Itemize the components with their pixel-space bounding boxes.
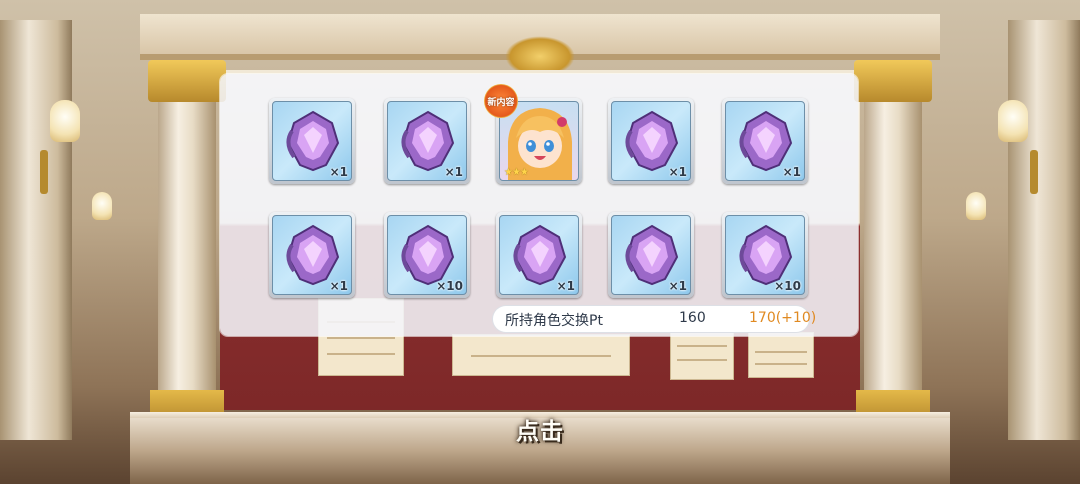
item-quantity: ×1 [668, 165, 687, 179]
memory-piece-icon [739, 224, 793, 286]
left-pillar [148, 60, 226, 430]
right-outer-column [1008, 20, 1080, 440]
item-frame: ×1 [611, 101, 691, 181]
left-pillar-capital [148, 60, 226, 102]
memory-piece-icon [513, 224, 567, 286]
right-small-lamp [966, 192, 986, 220]
exchange-points-bar: 所持角色交换Pt 160 170(+10) [493, 306, 816, 332]
result-item[interactable]: ×10 [384, 212, 470, 298]
left-lamp-arm [40, 150, 48, 194]
result-item[interactable]: ×1 [608, 212, 694, 298]
right-lamp-arm [1030, 150, 1038, 194]
item-quantity: ×1 [556, 279, 575, 293]
right-pillar-capital [854, 60, 932, 102]
item-quantity: ×1 [668, 279, 687, 293]
left-lamp [50, 100, 80, 142]
item-frame: ×10 [387, 215, 467, 295]
memory-piece-icon [625, 110, 679, 172]
item-frame: ×1 [611, 215, 691, 295]
result-item[interactable]: ×1 [269, 212, 355, 298]
memory-piece-icon [401, 110, 455, 172]
item-quantity: ×1 [444, 165, 463, 179]
item-frame: ×10 [725, 215, 805, 295]
right-lamp [998, 100, 1028, 142]
points-label: 所持角色交换Pt [505, 313, 603, 329]
points-current: 160 [679, 310, 706, 326]
memory-piece-icon [286, 224, 340, 286]
crown-ornament [505, 36, 575, 70]
item-frame: ×1 [272, 101, 352, 181]
item-frame: ×1 [499, 215, 579, 295]
right-pillar [854, 60, 932, 430]
item-quantity: ×1 [329, 165, 348, 179]
new-badge-icon: 新内容 [484, 84, 518, 118]
result-item[interactable]: ×1 [384, 98, 470, 184]
result-item[interactable]: ×1 [496, 212, 582, 298]
item-frame: ×1 [725, 101, 805, 181]
result-item[interactable]: ×1 [722, 98, 808, 184]
item-quantity: ×10 [774, 279, 801, 293]
memory-piece-icon [625, 224, 679, 286]
memory-piece-icon [286, 110, 340, 172]
tap-to-continue-prompt[interactable]: 点击 [0, 412, 1080, 446]
memory-piece-icon [401, 224, 455, 286]
item-frame: ×1 [272, 215, 352, 295]
left-outer-column [0, 20, 72, 440]
memory-piece-icon [739, 110, 793, 172]
points-after: 170(+10) [749, 310, 817, 326]
result-item[interactable]: ×1 [269, 98, 355, 184]
item-quantity: ×10 [436, 279, 463, 293]
left-small-lamp [92, 192, 112, 220]
rarity-stars: ★★★ [504, 167, 529, 178]
item-frame: ×1 [387, 101, 467, 181]
result-character[interactable]: 新内容 ★★★ [484, 84, 582, 184]
board-frame [226, 360, 854, 420]
item-quantity: ×1 [329, 279, 348, 293]
result-item[interactable]: ×10 [722, 212, 808, 298]
item-quantity: ×1 [782, 165, 801, 179]
result-item[interactable]: ×1 [608, 98, 694, 184]
